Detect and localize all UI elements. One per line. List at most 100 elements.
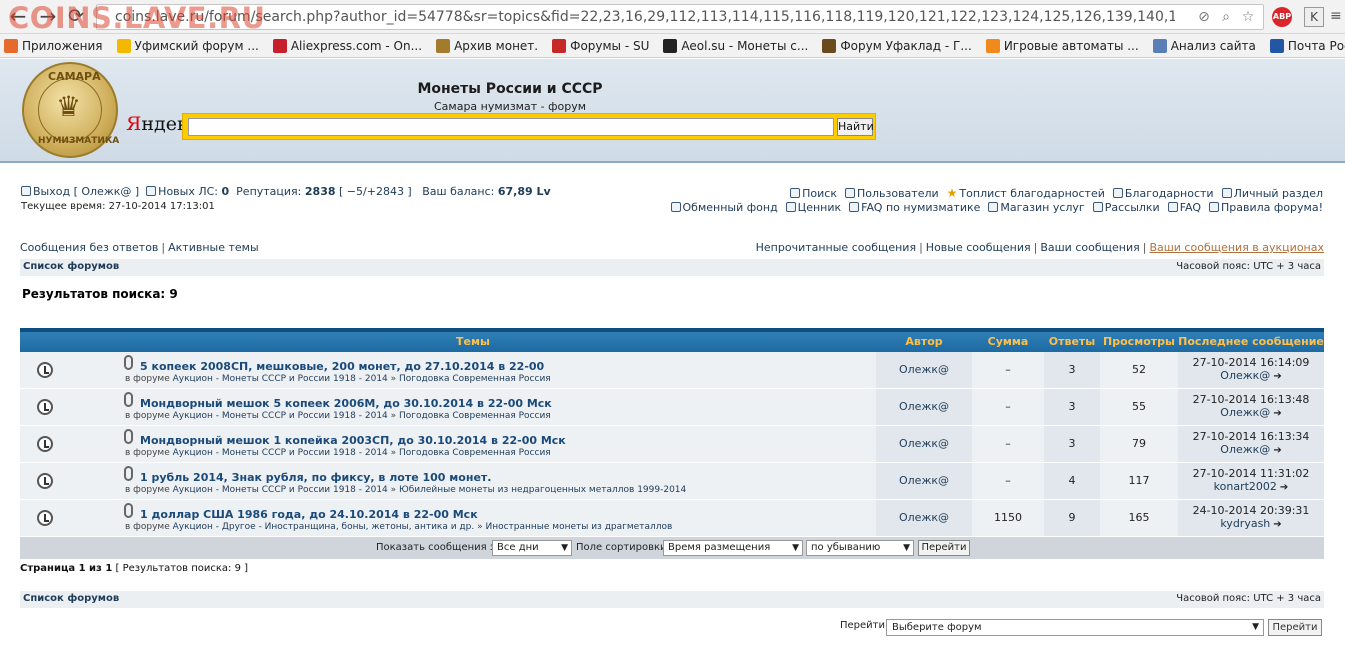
bookmark-item[interactable]: Форум Уфаклад - Г... [822, 38, 972, 53]
top-link[interactable]: Личный раздел [1221, 187, 1323, 200]
search-input[interactable] [188, 118, 834, 136]
bookmark-label: Анализ сайта [1170, 38, 1256, 53]
top-link[interactable]: Магазин услуг [988, 201, 1085, 214]
topic-title-link[interactable]: Мондворный мешок 1 копейка 2003СП, до 30… [140, 434, 566, 447]
last-post-author[interactable]: kydryash [1220, 517, 1270, 530]
subforum-link[interactable]: Погодовка Современная Россия [399, 374, 551, 384]
jump-go-button[interactable]: Перейти [1268, 619, 1322, 636]
shop-icon [988, 202, 999, 212]
jump-forum-select[interactable]: Выберите форум ▼ [886, 619, 1264, 636]
last-post-author[interactable]: konart2002 [1214, 480, 1277, 493]
top-link[interactable]: Поиск [790, 187, 837, 200]
last-post-author[interactable]: Олежк@ [1220, 443, 1270, 456]
goto-last-post-icon[interactable]: ➔ [1273, 407, 1281, 420]
col-last-post: Последнее сообщение [1178, 335, 1324, 348]
nav-link[interactable]: Новые сообщения [926, 241, 1031, 254]
forum-index-link[interactable]: Список форумов [23, 261, 119, 272]
subforum-link[interactable]: Погодовка Современная Россия [399, 448, 551, 458]
goto-last-post-icon[interactable]: ➔ [1273, 370, 1281, 383]
last-post-time: 24-10-2014 20:39:31 [1192, 504, 1310, 517]
subforum-link[interactable]: Юбилейные монеты из недрагоценных металл… [399, 485, 686, 495]
forum-link[interactable]: Аукцион - Другое - Иностранщина, боны, ж… [173, 522, 475, 532]
top-link[interactable]: Рассылки [1092, 201, 1160, 214]
sort-order-select[interactable]: по убыванию ▼ [806, 540, 914, 556]
extension-k-icon[interactable]: K [1304, 7, 1324, 27]
bookmark-item[interactable]: Архив монет. [436, 38, 538, 53]
topic-author[interactable]: Олежк@ [876, 463, 972, 499]
new-pm-count[interactable]: 0 [222, 185, 230, 198]
forum-logo[interactable]: САМАРА ♛ НУМИЗМАТИКА [22, 62, 119, 158]
topic-sum: – [972, 389, 1044, 425]
top-link[interactable]: Ценник [785, 201, 842, 214]
top-link[interactable]: Пользователи [844, 187, 939, 200]
forum-index-link-bottom[interactable]: Список форумов [23, 593, 119, 604]
nav-link[interactable]: Непрочитанные сообщения [756, 241, 916, 254]
nav-link[interactable]: Ваши сообщения в аукционах [1149, 241, 1324, 254]
bookmark-item[interactable]: Анализ сайта [1152, 38, 1256, 53]
current-time: Текущее время: 27-10-2014 17:13:01 [21, 201, 215, 212]
logout-link[interactable]: Выход [ Олежк@ ] [33, 185, 139, 198]
bookmark-item[interactable]: Aliexpress.com - On... [272, 38, 422, 53]
topic-author[interactable]: Олежк@ [876, 389, 972, 425]
topic-title-link[interactable]: 1 рубль 2014, Знак рубля, по фиксу, в ло… [140, 471, 491, 484]
blocked-popup-icon[interactable]: ⊘ [1195, 8, 1213, 26]
forum-link[interactable]: Аукцион - Монеты СССР и России 1918 - 20… [173, 448, 388, 458]
goto-last-post-icon[interactable]: ➔ [1273, 444, 1281, 457]
subforum-link[interactable]: Погодовка Современная Россия [399, 411, 551, 421]
last-post-author[interactable]: Олежк@ [1220, 369, 1270, 382]
days-select[interactable]: Все дни ▼ [492, 540, 572, 556]
top-link[interactable]: FAQ по нумизматике [849, 201, 980, 214]
top-link[interactable]: FAQ [1167, 201, 1201, 214]
bookmark-star-icon[interactable]: ☆ [1239, 8, 1257, 26]
bookmark-item[interactable]: Приложения [4, 38, 103, 53]
table-row: 1 рубль 2014, Знак рубля, по фиксу, в ло… [20, 463, 1324, 500]
menu-icon[interactable]: ≡ [1330, 7, 1342, 25]
topic-author[interactable]: Олежк@ [876, 426, 972, 462]
sort-field-select[interactable]: Время размещения ▼ [663, 540, 803, 556]
nav-link[interactable]: Сообщения без ответов [20, 241, 158, 254]
reputation-detail[interactable]: [ −5/+2843 ] [339, 185, 412, 198]
topic-title-link[interactable]: 5 копеек 2008СП, мешковые, 200 монет, до… [140, 360, 544, 373]
bookmark-item[interactable]: Уфимский форум ... [116, 38, 259, 53]
top-link[interactable]: Благодарности [1112, 187, 1214, 200]
last-post-author[interactable]: Олежк@ [1220, 406, 1270, 419]
zoom-icon[interactable]: ⌕ [1217, 8, 1235, 26]
last-post: 27-10-2014 16:14:09 Олежк@ ➔ [1178, 352, 1324, 388]
bookmark-item[interactable]: Форумы - SU [552, 38, 649, 53]
topic-views: 55 [1100, 389, 1178, 425]
goto-last-post-icon[interactable]: ➔ [1280, 481, 1288, 494]
attachment-icon [124, 355, 133, 370]
top-link-label: Обменный фонд [682, 201, 778, 214]
top-link[interactable]: Правила форума! [1209, 201, 1323, 214]
forum-link[interactable]: Аукцион - Монеты СССР и России 1918 - 20… [173, 411, 388, 421]
sort-go-button[interactable]: Перейти [918, 540, 970, 556]
site-subtitle: Самара нумизмат - форум [433, 100, 586, 113]
bookmark-item[interactable]: Почта России. Отс... [1269, 38, 1345, 53]
top-link-label: Ценник [797, 201, 842, 214]
subforum-link[interactable]: Иностранные монеты из драгметаллов [485, 522, 672, 532]
forum-link[interactable]: Аукцион - Монеты СССР и России 1918 - 20… [173, 485, 388, 495]
url-text[interactable]: coins.lave.ru/forum/search.php?author_id… [115, 9, 1175, 25]
bookmark-label: Приложения [22, 38, 103, 53]
bookmark-item[interactable]: Aeol.su - Монеты с... [663, 38, 808, 53]
topic-title-link[interactable]: 1 доллар США 1986 года, до 24.10.2014 в … [140, 508, 478, 521]
search-button[interactable]: Найти [837, 118, 874, 136]
top-link-label: Рассылки [1104, 201, 1160, 214]
topic-forum-path: в форуме Аукцион - Другое - Иностранщина… [125, 522, 673, 532]
goto-last-post-icon[interactable]: ➔ [1273, 518, 1281, 531]
top-link[interactable]: Обменный фонд [670, 201, 778, 214]
price-icon [785, 202, 796, 212]
forum-link[interactable]: Аукцион - Монеты СССР и России 1918 - 20… [173, 374, 388, 384]
address-bar[interactable]: coins.lave.ru/forum/search.php?author_id… [96, 4, 1264, 30]
topic-title-link[interactable]: Мондворный мешок 5 копеек 2006М, до 30.1… [140, 397, 552, 410]
adblock-icon[interactable]: ABP [1272, 7, 1292, 27]
topic-sum: – [972, 463, 1044, 499]
topic-author[interactable]: Олежк@ [876, 352, 972, 388]
watermark: COINS.LAVE.RU [8, 1, 266, 35]
nav-link[interactable]: Активные темы [168, 241, 259, 254]
nav-link[interactable]: Ваши сообщения [1040, 241, 1139, 254]
bookmark-item[interactable]: Игровые автоматы ... [985, 38, 1139, 53]
new-pm-label[interactable]: Новых ЛС: [158, 185, 218, 198]
topic-author[interactable]: Олежк@ [876, 500, 972, 536]
top-link[interactable]: ★ Топлист благодарностей [947, 186, 1105, 200]
